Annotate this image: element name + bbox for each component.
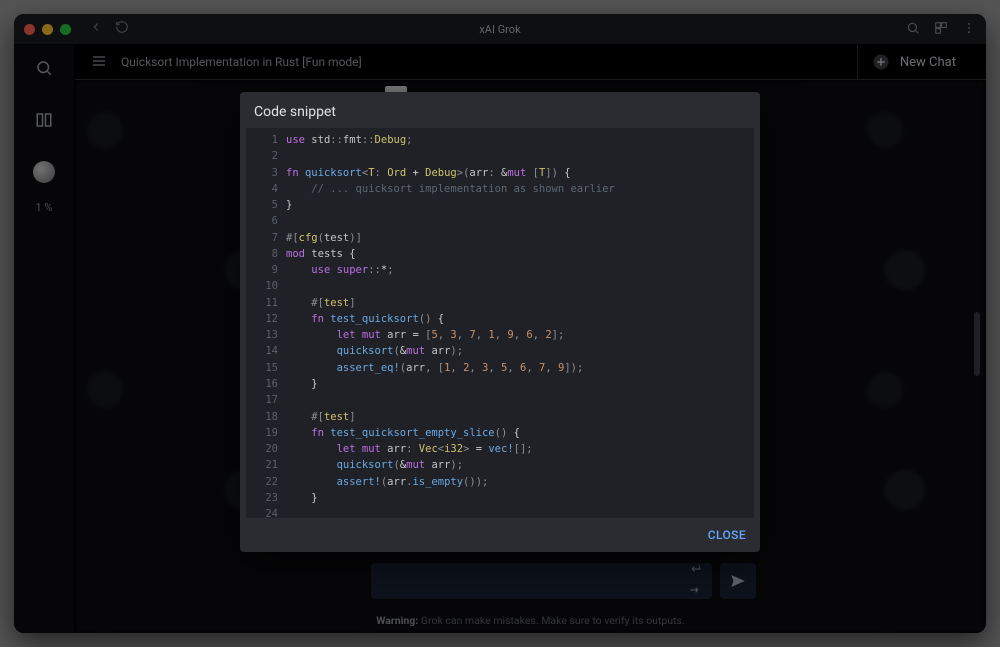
- line-number: 2: [246, 148, 286, 164]
- line-content: #[test]: [286, 409, 366, 425]
- code-block[interactable]: 1use std::fmt::Debug;23fn quicksort<T: O…: [246, 128, 754, 518]
- line-content: quicksort(&mut arr);: [286, 343, 473, 359]
- code-line: 2: [246, 148, 754, 164]
- line-content: #[test]: [286, 295, 366, 311]
- code-line: 9 use super::*;: [246, 262, 754, 278]
- code-line: 3fn quicksort<T: Ord + Debug>(arr: &mut …: [246, 165, 754, 181]
- code-line: 18 #[test]: [246, 409, 754, 425]
- code-line: 6: [246, 213, 754, 229]
- modal-title: Code snippet: [240, 92, 760, 128]
- app-window: xAI Grok: [14, 14, 986, 633]
- line-content: let mut arr = [5, 3, 7, 1, 9, 6, 2];: [286, 327, 574, 343]
- line-content: [286, 148, 296, 164]
- line-number: 19: [246, 425, 286, 441]
- code-line: 22 assert!(arr.is_empty());: [246, 474, 754, 490]
- code-line: 10: [246, 278, 754, 294]
- code-line: 8mod tests {: [246, 246, 754, 262]
- line-content: }: [286, 376, 328, 392]
- line-content: assert_eq!(arr, [1, 2, 3, 5, 6, 7, 9]);: [286, 360, 593, 376]
- line-number: 7: [246, 230, 286, 246]
- line-content: fn quicksort<T: Ord + Debug>(arr: &mut […: [286, 165, 581, 181]
- line-number: 11: [246, 295, 286, 311]
- line-content: use std::fmt::Debug;: [286, 132, 422, 148]
- code-line: 23 }: [246, 490, 754, 506]
- line-content: // ... quicksort implementation as shown…: [286, 181, 625, 197]
- line-number: 10: [246, 278, 286, 294]
- line-number: 16: [246, 376, 286, 392]
- line-number: 24: [246, 506, 286, 518]
- line-content: let mut arr: Vec<i32> = vec![];: [286, 441, 543, 457]
- line-number: 18: [246, 409, 286, 425]
- code-line: 5}: [246, 197, 754, 213]
- line-content: [286, 213, 296, 229]
- code-line: 4 // ... quicksort implementation as sho…: [246, 181, 754, 197]
- line-content: assert!(arr.is_empty());: [286, 474, 498, 490]
- line-content: quicksort(&mut arr);: [286, 457, 473, 473]
- line-content: fn test_quicksort_empty_slice() {: [286, 425, 530, 441]
- code-line: 20 let mut arr: Vec<i32> = vec![];: [246, 441, 754, 457]
- line-content: mod tests {: [286, 246, 366, 262]
- code-line: 11 #[test]: [246, 295, 754, 311]
- line-content: [286, 506, 296, 518]
- line-content: }: [286, 490, 328, 506]
- code-line: 12 fn test_quicksort() {: [246, 311, 754, 327]
- code-line: 16 }: [246, 376, 754, 392]
- line-number: 6: [246, 213, 286, 229]
- code-line: 19 fn test_quicksort_empty_slice() {: [246, 425, 754, 441]
- line-content: #[cfg(test)]: [286, 230, 372, 246]
- line-number: 21: [246, 457, 286, 473]
- code-line: 13 let mut arr = [5, 3, 7, 1, 9, 6, 2];: [246, 327, 754, 343]
- line-content: fn test_quicksort() {: [286, 311, 454, 327]
- close-button[interactable]: CLOSE: [708, 528, 746, 542]
- code-snippet-modal: Code snippet 1use std::fmt::Debug;23fn q…: [240, 92, 760, 552]
- line-number: 23: [246, 490, 286, 506]
- code-line: 1use std::fmt::Debug;: [246, 132, 754, 148]
- line-number: 13: [246, 327, 286, 343]
- line-number: 14: [246, 343, 286, 359]
- line-number: 22: [246, 474, 286, 490]
- line-number: 15: [246, 360, 286, 376]
- line-number: 1: [246, 132, 286, 148]
- line-content: [286, 392, 296, 408]
- code-line: 21 quicksort(&mut arr);: [246, 457, 754, 473]
- line-number: 4: [246, 181, 286, 197]
- line-number: 20: [246, 441, 286, 457]
- line-number: 17: [246, 392, 286, 408]
- code-line: 7#[cfg(test)]: [246, 230, 754, 246]
- line-content: }: [286, 197, 302, 213]
- line-number: 3: [246, 165, 286, 181]
- code-line: 24: [246, 506, 754, 518]
- code-line: 14 quicksort(&mut arr);: [246, 343, 754, 359]
- modal-overlay[interactable]: Code snippet 1use std::fmt::Debug;23fn q…: [14, 14, 986, 633]
- line-number: 8: [246, 246, 286, 262]
- line-number: 12: [246, 311, 286, 327]
- line-content: use super::*;: [286, 262, 404, 278]
- line-content: [286, 278, 296, 294]
- line-number: 9: [246, 262, 286, 278]
- code-line: 15 assert_eq!(arr, [1, 2, 3, 5, 6, 7, 9]…: [246, 360, 754, 376]
- code-line: 17: [246, 392, 754, 408]
- line-number: 5: [246, 197, 286, 213]
